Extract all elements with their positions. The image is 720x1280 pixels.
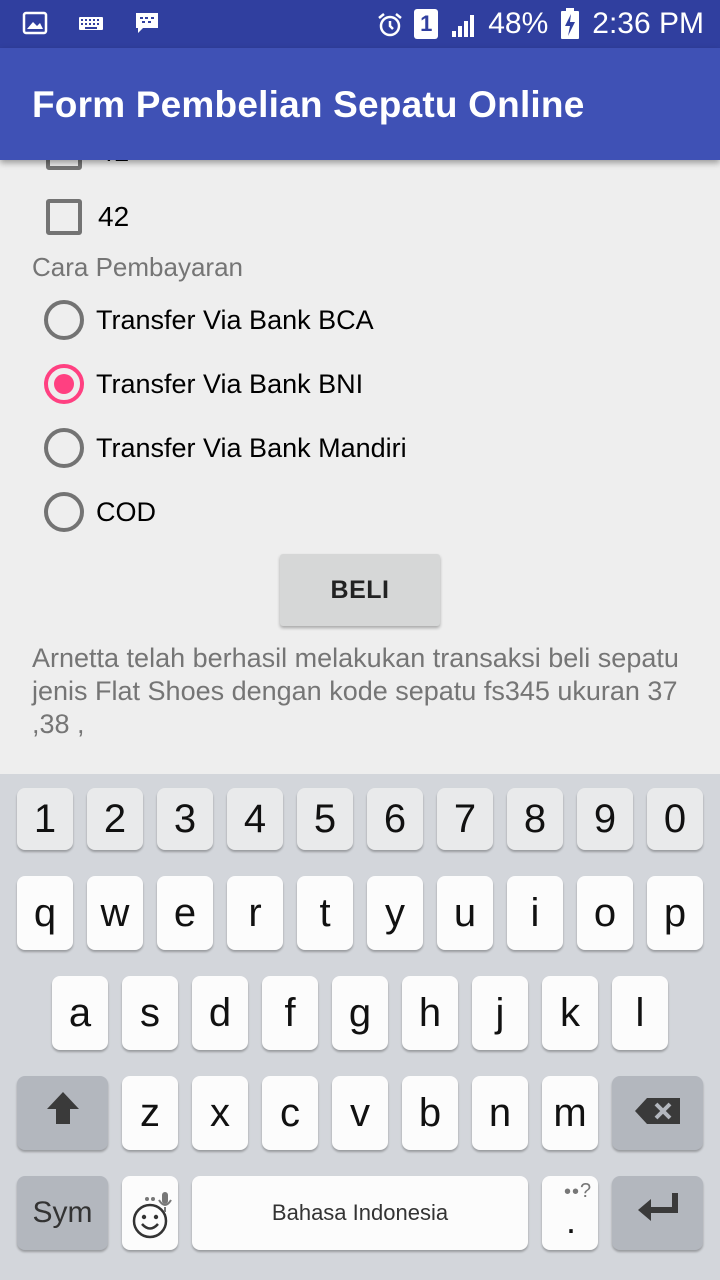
key-s[interactable]: s [122, 976, 178, 1050]
key-5[interactable]: 5 [297, 788, 353, 850]
key-j[interactable]: j [472, 976, 528, 1050]
key-z[interactable]: z [122, 1076, 178, 1150]
payment-option-bni[interactable]: Transfer Via Bank BNI [44, 364, 363, 404]
soft-keyboard: 1 2 3 4 5 6 7 8 9 0 q w e r t y u i o p … [0, 774, 720, 1280]
key-v[interactable]: v [332, 1076, 388, 1150]
mic-icon [144, 1180, 174, 1225]
key-8[interactable]: 8 [507, 788, 563, 850]
key-r[interactable]: r [227, 876, 283, 950]
size-checkbox[interactable] [46, 199, 82, 235]
status-time: 2:36 PM [592, 7, 704, 40]
size-checkbox-row[interactable]: 41 [46, 160, 129, 170]
key-w[interactable]: w [87, 876, 143, 950]
battery-charging-icon [560, 8, 580, 40]
key-3[interactable]: 3 [157, 788, 213, 850]
payment-option-mandiri[interactable]: Transfer Via Bank Mandiri [44, 428, 407, 468]
buy-button[interactable]: BELI [280, 554, 440, 626]
result-message: Arnetta telah berhasil melakukan transak… [32, 643, 679, 739]
payment-option-label: Transfer Via Bank BCA [96, 304, 374, 335]
backspace-icon [633, 1091, 683, 1136]
payment-option-label: Transfer Via Bank Mandiri [96, 432, 407, 463]
key-n[interactable]: n [472, 1076, 528, 1150]
key-a[interactable]: a [52, 976, 108, 1050]
alarm-icon [376, 11, 402, 37]
key-o[interactable]: o [577, 876, 633, 950]
key-b[interactable]: b [402, 1076, 458, 1150]
payment-option-label: COD [96, 496, 156, 527]
size-checkbox-label: 41 [98, 160, 129, 168]
payment-section-label: Cara Pembayaran [32, 252, 243, 282]
signal-icon [450, 11, 476, 37]
key-1[interactable]: 1 [17, 788, 73, 850]
size-checkbox-row[interactable]: 42 [46, 199, 129, 235]
key-g[interactable]: g [332, 976, 388, 1050]
key-7[interactable]: 7 [437, 788, 493, 850]
key-2[interactable]: 2 [87, 788, 143, 850]
key-d[interactable]: d [192, 976, 248, 1050]
enter-icon [635, 1190, 681, 1236]
radio-button-selected[interactable] [44, 364, 84, 404]
form-content[interactable]: 41 42 Cara Pembayaran Transfer Via Bank … [0, 160, 720, 774]
period-hint-label: ? [580, 1180, 592, 1202]
period-key[interactable]: •• ? . [542, 1176, 598, 1250]
gallery-icon [22, 10, 48, 36]
shift-icon [44, 1089, 82, 1137]
keyboard-icon [78, 10, 104, 36]
key-l[interactable]: l [612, 976, 668, 1050]
payment-option-bca[interactable]: Transfer Via Bank BCA [44, 300, 374, 340]
radio-button[interactable] [44, 428, 84, 468]
key-0[interactable]: 0 [647, 788, 703, 850]
key-p[interactable]: p [647, 876, 703, 950]
backspace-key[interactable] [612, 1076, 703, 1150]
shift-key[interactable] [17, 1076, 108, 1150]
key-c[interactable]: c [262, 1076, 318, 1150]
sym-key[interactable]: Sym [17, 1176, 108, 1250]
space-key[interactable]: Bahasa Indonesia [192, 1176, 528, 1250]
key-x[interactable]: x [192, 1076, 248, 1150]
status-bar: 1 48% 2:36 PM [0, 0, 720, 48]
key-u[interactable]: u [437, 876, 493, 950]
key-m[interactable]: m [542, 1076, 598, 1150]
battery-percent: 48% [488, 7, 549, 40]
key-t[interactable]: t [297, 876, 353, 950]
key-6[interactable]: 6 [367, 788, 423, 850]
sim-icon: 1 [414, 9, 439, 39]
key-i[interactable]: i [507, 876, 563, 950]
enter-key[interactable] [612, 1176, 703, 1250]
key-h[interactable]: h [402, 976, 458, 1050]
key-f[interactable]: f [262, 976, 318, 1050]
app-bar: Form Pembelian Sepatu Online [0, 48, 720, 160]
radio-button[interactable] [44, 492, 84, 532]
key-y[interactable]: y [367, 876, 423, 950]
period-label: . [566, 1200, 577, 1241]
payment-option-cod[interactable]: COD [44, 492, 156, 532]
page-title: Form Pembelian Sepatu Online [32, 84, 585, 125]
key-q[interactable]: q [17, 876, 73, 950]
key-9[interactable]: 9 [577, 788, 633, 850]
radio-button[interactable] [44, 300, 84, 340]
emoji-key[interactable] [122, 1176, 178, 1250]
size-checkbox-label: 42 [98, 201, 130, 232]
payment-option-label: Transfer Via Bank BNI [96, 368, 364, 399]
key-4[interactable]: 4 [227, 788, 283, 850]
bbm-icon [134, 10, 160, 36]
key-e[interactable]: e [157, 876, 213, 950]
key-k[interactable]: k [542, 976, 598, 1050]
size-checkbox[interactable] [46, 160, 82, 170]
